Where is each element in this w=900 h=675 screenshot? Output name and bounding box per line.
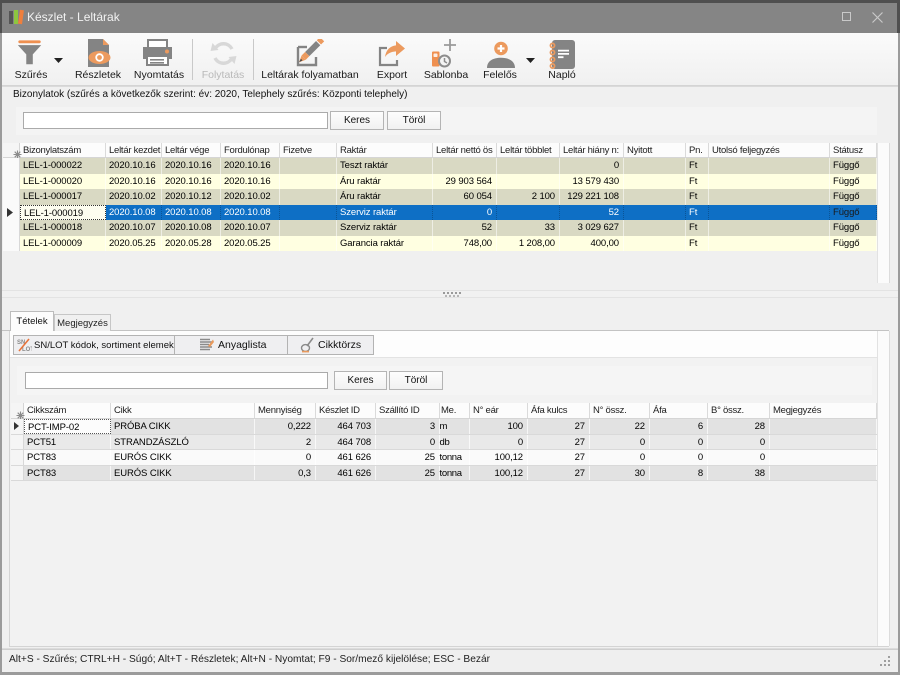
svg-text:LOT: LOT	[22, 347, 32, 352]
